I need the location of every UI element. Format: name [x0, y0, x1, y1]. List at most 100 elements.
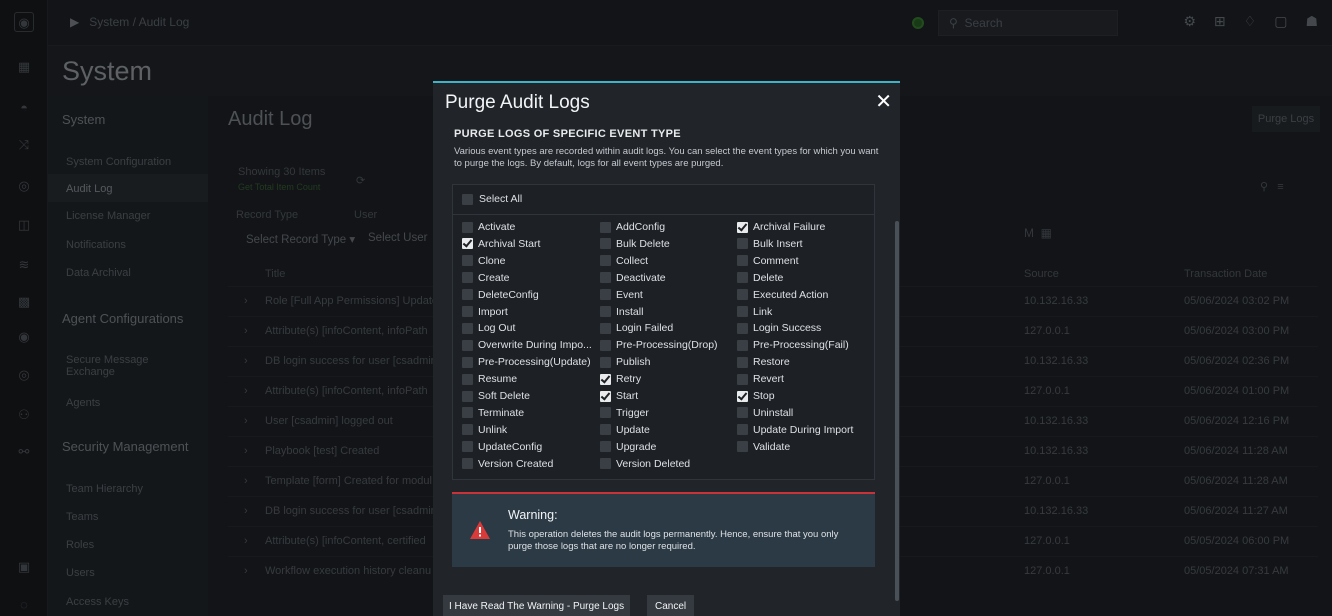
- unchecked-box-icon[interactable]: [600, 306, 611, 317]
- dialog-scrollbar[interactable]: [895, 221, 899, 601]
- unchecked-box-icon[interactable]: [737, 356, 748, 368]
- event-type-label: Publish: [616, 356, 651, 369]
- unchecked-box-icon[interactable]: [600, 272, 611, 284]
- unchecked-box-icon[interactable]: [600, 255, 611, 267]
- app-root: ◉ ▦ ◓ ⤨ ◎ ◫ ≋ ▩ ◉ ◎ ⚇ ⚯ ▣ ◌ ▶ System / Au…: [0, 0, 1332, 616]
- unchecked-box-icon[interactable]: [737, 255, 748, 267]
- event-type-checkbox[interactable]: Bulk Insert: [737, 238, 803, 250]
- checked-box-icon[interactable]: [737, 390, 748, 402]
- unchecked-box-icon[interactable]: [462, 339, 473, 351]
- event-type-checkbox[interactable]: UpdateConfig: [462, 441, 542, 453]
- event-type-checkbox[interactable]: Archival Start: [462, 238, 540, 250]
- event-type-checkbox[interactable]: Version Deleted: [600, 458, 690, 470]
- select-all-label: Select All: [479, 193, 523, 205]
- unchecked-box-icon[interactable]: [600, 407, 611, 419]
- event-type-checkbox[interactable]: Revert: [737, 373, 784, 385]
- event-type-checkbox[interactable]: AddConfig: [600, 221, 665, 233]
- unchecked-box-icon[interactable]: [600, 322, 611, 334]
- unchecked-box-icon[interactable]: [462, 373, 473, 385]
- unchecked-box-icon[interactable]: [462, 322, 473, 334]
- unchecked-box-icon[interactable]: [600, 424, 611, 436]
- unchecked-box-icon[interactable]: [737, 289, 748, 301]
- event-type-checkbox[interactable]: Executed Action: [737, 289, 828, 301]
- event-type-checkbox[interactable]: Comment: [737, 255, 799, 267]
- event-type-checkbox[interactable]: Publish: [600, 356, 650, 368]
- unchecked-box-icon[interactable]: [737, 272, 748, 284]
- event-type-checkbox[interactable]: Terminate: [462, 407, 524, 419]
- event-type-checkbox[interactable]: Validate: [737, 441, 790, 453]
- event-type-checkbox[interactable]: Update: [600, 424, 650, 436]
- event-type-label: Soft Delete: [478, 390, 530, 402]
- unchecked-box-icon[interactable]: [737, 441, 748, 453]
- unchecked-box-icon[interactable]: [600, 339, 611, 351]
- event-type-checkbox[interactable]: Link: [737, 306, 772, 318]
- event-type-checkbox[interactable]: Login Success: [737, 322, 821, 334]
- checked-box-icon[interactable]: [462, 238, 473, 250]
- event-type-checkbox[interactable]: Version Created: [462, 458, 553, 470]
- event-type-checkbox[interactable]: Upgrade: [600, 441, 656, 453]
- unchecked-box-icon[interactable]: [462, 424, 473, 436]
- event-type-label: Update During Import: [753, 423, 854, 436]
- unchecked-box-icon[interactable]: [462, 289, 473, 301]
- unchecked-box-icon[interactable]: [737, 339, 748, 351]
- unchecked-box-icon[interactable]: [600, 458, 611, 470]
- unchecked-box-icon[interactable]: [737, 306, 748, 317]
- unchecked-box-icon[interactable]: [737, 322, 748, 334]
- event-type-checkbox[interactable]: Log Out: [462, 322, 515, 334]
- close-icon[interactable]: ✕: [875, 89, 892, 114]
- unchecked-box-icon[interactable]: [462, 306, 473, 317]
- event-type-checkbox[interactable]: Overwrite During Impo...: [462, 339, 592, 351]
- event-type-checkbox[interactable]: Update During Import: [737, 424, 853, 436]
- unchecked-box-icon[interactable]: [737, 424, 748, 436]
- unchecked-box-icon[interactable]: [600, 289, 611, 301]
- unchecked-box-icon[interactable]: [600, 221, 611, 233]
- checked-box-icon[interactable]: [600, 373, 611, 385]
- event-type-checkbox[interactable]: Retry: [600, 373, 641, 385]
- event-type-checkbox[interactable]: Create: [462, 272, 510, 284]
- cancel-button[interactable]: Cancel: [647, 595, 695, 616]
- event-type-checkbox[interactable]: Restore: [737, 356, 790, 368]
- unchecked-box-icon[interactable]: [462, 255, 473, 267]
- event-type-checkbox[interactable]: Login Failed: [600, 322, 673, 334]
- checked-box-icon[interactable]: [737, 221, 748, 233]
- event-type-checkbox[interactable]: Trigger: [600, 407, 649, 419]
- event-type-checkbox[interactable]: Archival Failure: [737, 221, 825, 233]
- unchecked-box-icon[interactable]: [600, 356, 611, 368]
- unchecked-box-icon[interactable]: [737, 407, 748, 419]
- unchecked-box-icon[interactable]: [737, 238, 748, 250]
- event-type-checkbox[interactable]: Start: [600, 390, 638, 402]
- unchecked-box-icon[interactable]: [462, 441, 473, 453]
- event-type-checkbox[interactable]: Uninstall: [737, 407, 793, 419]
- event-type-checkbox[interactable]: Event: [600, 289, 643, 301]
- unchecked-box-icon[interactable]: [600, 238, 611, 250]
- unchecked-box-icon[interactable]: [462, 272, 473, 284]
- event-type-checkbox[interactable]: Import: [462, 306, 508, 318]
- event-type-checkbox[interactable]: Soft Delete: [462, 390, 530, 402]
- unchecked-box-icon[interactable]: [600, 441, 611, 453]
- event-type-label: Version Deleted: [616, 457, 691, 470]
- event-type-checkbox[interactable]: Activate: [462, 221, 515, 233]
- event-type-checkbox[interactable]: Collect: [600, 255, 648, 267]
- event-type-checkbox[interactable]: Resume: [462, 373, 517, 385]
- select-all-checkbox[interactable]: Select All: [462, 193, 522, 205]
- confirm-purge-button[interactable]: I Have Read The Warning - Purge Logs: [443, 595, 631, 616]
- event-type-checkbox[interactable]: Delete: [737, 272, 783, 284]
- event-type-checkbox[interactable]: Clone: [462, 255, 505, 267]
- unchecked-box-icon[interactable]: [462, 390, 473, 402]
- event-type-checkbox[interactable]: Deactivate: [600, 272, 666, 284]
- event-type-checkbox[interactable]: Pre-Processing(Fail): [737, 339, 849, 351]
- event-type-checkbox[interactable]: Install: [600, 306, 643, 318]
- unchecked-box-icon[interactable]: [462, 356, 473, 368]
- unchecked-box-icon[interactable]: [737, 373, 748, 385]
- checkbox-box[interactable]: [462, 193, 473, 205]
- unchecked-box-icon[interactable]: [462, 458, 473, 470]
- event-type-checkbox[interactable]: Pre-Processing(Update): [462, 356, 591, 368]
- event-type-checkbox[interactable]: Unlink: [462, 424, 507, 436]
- event-type-checkbox[interactable]: Stop: [737, 390, 775, 402]
- event-type-checkbox[interactable]: Pre-Processing(Drop): [600, 339, 718, 351]
- event-type-checkbox[interactable]: DeleteConfig: [462, 289, 539, 301]
- unchecked-box-icon[interactable]: [462, 221, 473, 233]
- event-type-checkbox[interactable]: Bulk Delete: [600, 238, 670, 250]
- checked-box-icon[interactable]: [600, 390, 611, 402]
- unchecked-box-icon[interactable]: [462, 407, 473, 419]
